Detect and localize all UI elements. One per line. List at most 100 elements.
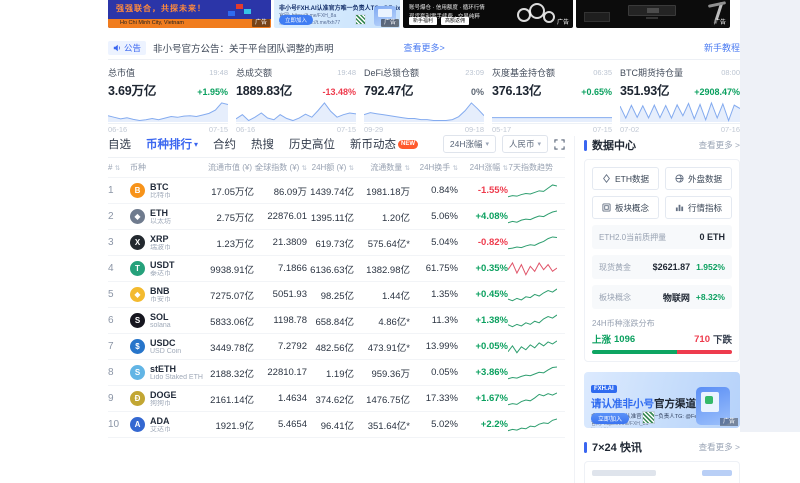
table-header-cell[interactable]: 24H涨幅 ⇅ <box>458 162 508 173</box>
tab-label: 合约 <box>213 136 236 152</box>
tab-item[interactable]: 热搜 <box>251 136 274 152</box>
currency-dropdown[interactable]: 人民币 ▾ <box>502 135 548 153</box>
external-markets-button[interactable]: 外盘数据 <box>665 167 732 190</box>
change-cell: +1.38% <box>458 315 508 326</box>
coin-cell[interactable]: $ USDC USD Coin <box>130 338 208 356</box>
table-header-cell[interactable]: 7天指数趋势 <box>508 162 565 173</box>
stat-change: -13.48% <box>322 87 356 97</box>
stat-card[interactable]: 总市值 19:48 3.69万亿 +1.95% 06-16 07-15 <box>108 66 228 128</box>
data-center-more-link[interactable]: 查看更多 > <box>699 139 740 151</box>
tab-item[interactable]: 新币动态 NEW <box>350 136 418 152</box>
turnover-cell: 5.02% <box>410 419 458 430</box>
tab-item[interactable]: 历史高位 <box>289 136 335 152</box>
eth-data-button[interactable]: ETH数据 <box>592 167 659 190</box>
sort-filter-dropdown[interactable]: 24H涨幅 ▾ <box>443 135 496 153</box>
volume-cell: 374.62亿 <box>307 392 354 406</box>
stat-card[interactable]: DeFi总锁仓额 23:09 792.47亿 0% 09-29 09-18 <box>364 66 484 128</box>
info-row[interactable]: 现货黄金 $2621.87 1.952% <box>592 255 732 279</box>
ad-pills: 新手福利 高额返佣 <box>409 17 469 25</box>
stat-title: DeFi总锁仓额 <box>364 66 419 79</box>
coin-symbol: DOGE <box>150 390 177 400</box>
table-row[interactable]: 9 Ð DOGE 狗狗币 2161.14亿 1.4634 374.62亿 147… <box>108 386 565 412</box>
coin-cell[interactable]: S SOL solana <box>130 312 208 330</box>
volume-cell: 1.19亿 <box>307 366 354 380</box>
rank-cell: 4 <box>108 263 130 274</box>
ad-banner-3[interactable]: 账号爆仓 · 信用额度 · 循环行情 现货套利零手续费 · 交易纯粹 新手福利 … <box>403 0 573 28</box>
tab-item[interactable]: 自选 <box>108 136 131 152</box>
market-stats-row: 总市值 19:48 3.69万亿 +1.95% 06-16 07-15 总成交额… <box>108 66 740 128</box>
ad-button[interactable]: 立即加入 <box>279 15 313 25</box>
top-ad-row: 强强联合，共探未来！ Ho Chi Minh City, Vietnam 广告 … <box>108 0 740 28</box>
ad-button[interactable]: 立即加入 <box>591 413 629 424</box>
coin-name: solana <box>150 322 171 330</box>
distribution-title: 24H币种涨跌分布 <box>592 318 732 329</box>
stat-change: +2908.47% <box>694 87 740 97</box>
coin-name: Lido Staked ETH <box>150 374 203 382</box>
info-row[interactable]: ETH2.0当前质押量 0 ETH <box>592 225 732 249</box>
coin-symbol: BNB <box>150 286 171 296</box>
trend-sparkline <box>508 235 565 250</box>
coin-cell[interactable]: ◆ BNB 币安币 <box>130 286 208 304</box>
table-row[interactable]: 7 $ USDC USD Coin 3449.78亿 7.2792 482.56… <box>108 334 565 360</box>
up-bar-segment <box>592 350 677 354</box>
ad-banner-2[interactable]: 非小号FXH.AI认准官方唯一负责人TG: @Feixiaohaomak 官网:… <box>274 0 400 28</box>
announcement-text[interactable]: 非小号官方公告：关于平台团队调整的声明 <box>153 41 334 55</box>
down-bar-segment <box>677 350 732 354</box>
sidebar-ad-banner[interactable]: FXH.AI 请认准非小号官方渠道 非小号FXH.AI认准官方唯一负责人TG: … <box>584 372 740 428</box>
stat-card[interactable]: 总成交额 19:48 1889.83亿 -13.48% 06-16 07-15 <box>236 66 356 128</box>
table-header-cell[interactable]: 流通数量 ⇅ <box>354 162 410 173</box>
tutorial-link[interactable]: 新手教程 <box>704 41 740 54</box>
stat-card[interactable]: 灰度基金持仓额 06:35 376.13亿 +0.65% 05-17 07-15 <box>492 66 612 128</box>
table-row[interactable]: 4 T USDT 泰达币 9938.91亿 7.1866 6136.63亿 13… <box>108 256 565 282</box>
info-row[interactable]: 板块概念 物联网 +8.32% <box>592 285 732 309</box>
coin-cell[interactable]: S stETH Lido Staked ETH <box>130 364 208 382</box>
coin-cell[interactable]: ◆ ETH 以太坊 <box>130 208 208 226</box>
ad-banner-4[interactable]: 广告 <box>576 0 730 28</box>
table-row[interactable]: 1 B BTC 比特币 17.05万亿 86.09万 1439.74亿 1981… <box>108 178 565 204</box>
coin-cell[interactable]: B BTC 比特币 <box>130 182 208 200</box>
volume-cell: 98.25亿 <box>307 288 354 302</box>
table-header-cell[interactable]: 币种 <box>130 162 208 173</box>
tab-item[interactable]: 币种排行 ▾ <box>146 136 198 152</box>
sort-icon: ⇅ <box>115 165 120 172</box>
stat-time: 19:48 <box>209 68 228 77</box>
stat-date-to: 07-16 <box>721 125 740 134</box>
market-indicator-button[interactable]: 行情指标 <box>665 196 732 219</box>
ad-tag: 广告 <box>252 19 270 27</box>
table-header-cell[interactable]: 全球指数 (¥) ⇅ <box>254 162 307 173</box>
table-row[interactable]: 6 S SOL solana 5833.06亿 1198.78 658.84亿 … <box>108 308 565 334</box>
price-cell: 22810.17 <box>254 367 307 378</box>
table-header-cell[interactable]: # ⇅ <box>108 163 130 172</box>
coin-icon: S <box>130 313 145 328</box>
table-row[interactable]: 2 ◆ ETH 以太坊 2.75万亿 22876.01 1395.11亿 1.2… <box>108 204 565 230</box>
info-change: 1.952% <box>696 262 725 272</box>
coin-icon: T <box>130 261 145 276</box>
coin-icon: S <box>130 365 145 380</box>
turnover-cell: 5.06% <box>410 211 458 222</box>
news-more-link[interactable]: 查看更多 > <box>699 441 740 453</box>
sector-concept-button[interactable]: 板块概念 <box>592 196 659 219</box>
table-row[interactable]: 8 S stETH Lido Staked ETH 2188.32亿 22810… <box>108 360 565 386</box>
ad-banner-1[interactable]: 强强联合，共探未来！ Ho Chi Minh City, Vietnam 广告 <box>108 0 271 28</box>
info-label: 板块概念 <box>599 292 631 303</box>
coin-cell[interactable]: X XRP 瑞波币 <box>130 234 208 252</box>
stat-time: 19:48 <box>337 68 356 77</box>
announcement-more-link[interactable]: 查看更多> <box>404 41 445 54</box>
table-filters: 24H涨幅 ▾ 人民币 ▾ <box>443 135 565 153</box>
coin-cell[interactable]: T USDT 泰达币 <box>130 260 208 278</box>
tab-item[interactable]: 合约 <box>213 136 236 152</box>
fullscreen-icon[interactable] <box>554 139 565 150</box>
coin-cell[interactable]: A ADA 艾达币 <box>130 416 208 434</box>
stat-value: 351.93亿 <box>620 80 669 99</box>
table-header-cell[interactable]: 24H额 (¥) ⇅ <box>307 162 354 173</box>
table-header-cell[interactable]: 流通市值 (¥) ⇅ <box>208 162 254 173</box>
coin-cell[interactable]: Ð DOGE 狗狗币 <box>130 390 208 408</box>
news-card[interactable] <box>584 461 740 483</box>
price-cell: 5.4654 <box>254 419 307 430</box>
table-row[interactable]: 5 ◆ BNB 币安币 7275.07亿 5051.93 98.25亿 1.44… <box>108 282 565 308</box>
coin-symbol: XRP <box>150 234 171 244</box>
table-header-cell[interactable]: 24H换手 ⇅ <box>410 162 458 173</box>
table-row[interactable]: 3 X XRP 瑞波币 1.23万亿 21.3809 619.73亿 575.6… <box>108 230 565 256</box>
table-row[interactable]: 10 A ADA 艾达币 1921.9亿 5.4654 96.41亿 351.6… <box>108 412 565 438</box>
stat-card[interactable]: BTC期货持仓量 08:00 351.93亿 +2908.47% 07-02 0… <box>620 66 740 128</box>
